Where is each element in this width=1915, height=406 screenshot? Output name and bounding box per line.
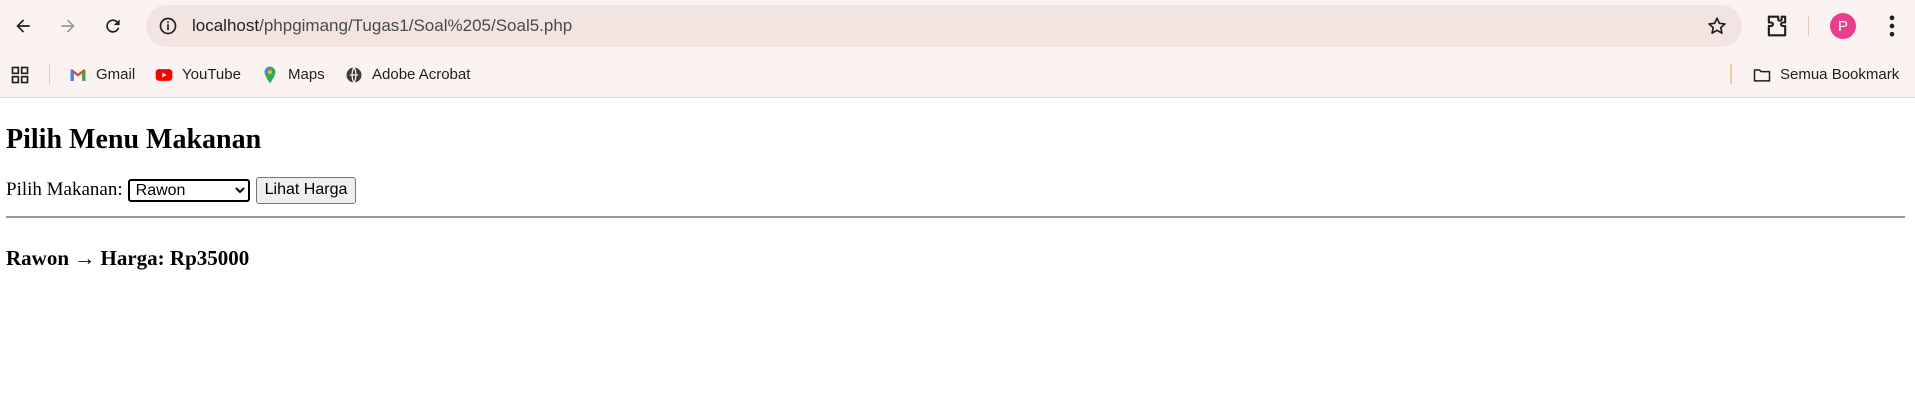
food-form: Pilih Makanan: Rawon Lihat Harga [6, 176, 1909, 204]
bookmark-gmail[interactable]: Gmail [68, 52, 135, 97]
bookmark-adobe-acrobat[interactable]: Adobe Acrobat [344, 52, 470, 97]
youtube-icon [155, 68, 173, 81]
reload-button[interactable] [95, 8, 131, 44]
apps-button[interactable] [10, 52, 30, 97]
bookmarks-bar: Gmail YouTube Maps Adobe Acrobat Semua B… [0, 52, 1915, 98]
page-content: Pilih Menu Makanan Pilih Makanan: Rawon … [0, 120, 1915, 272]
url-text[interactable]: localhost/phpgimang/Tugas1/Soal%205/Soal… [192, 16, 572, 36]
url-host: localhost [192, 16, 260, 35]
price-result: Rawon → Harga: Rp35000 [6, 246, 250, 270]
bookmarks-separator [49, 64, 50, 84]
gmail-icon [70, 68, 86, 81]
bookmark-label: Adobe Acrobat [372, 66, 471, 83]
acrobat-icon [346, 66, 362, 83]
folder-icon [1753, 68, 1771, 82]
maps-icon [264, 66, 276, 83]
site-info-icon[interactable] [158, 16, 178, 36]
kebab-menu-icon[interactable] [1878, 12, 1906, 40]
bookmark-label: YouTube [182, 66, 241, 83]
select-label: Pilih Makanan: [6, 179, 123, 200]
url-path: /phpgimang/Tugas1/Soal%205/Soal5.php [259, 16, 573, 35]
toolbar-divider [1808, 16, 1809, 36]
all-bookmarks-label: Semua Bookmark [1780, 66, 1900, 83]
page-title: Pilih Menu Makanan [6, 124, 262, 155]
profile-avatar[interactable]: P [1830, 13, 1856, 39]
bookmark-star-icon[interactable] [1706, 15, 1728, 37]
bookmarks-separator [1730, 64, 1732, 84]
browser-toolbar: localhost/phpgimang/Tugas1/Soal%205/Soal… [0, 0, 1915, 52]
all-bookmarks-button[interactable]: Semua Bookmark [1752, 52, 1899, 97]
arrow-left-icon [16, 19, 30, 33]
address-bar[interactable]: localhost/phpgimang/Tugas1/Soal%205/Soal… [146, 5, 1742, 47]
reload-icon [106, 19, 120, 33]
bookmark-youtube[interactable]: YouTube [154, 52, 241, 97]
divider [6, 216, 1905, 218]
arrow-right-icon [61, 19, 75, 33]
view-price-button[interactable]: Lihat Harga [255, 176, 357, 204]
bookmark-maps[interactable]: Maps [260, 52, 325, 97]
bookmark-label: Maps [288, 66, 325, 83]
food-select[interactable]: Rawon [127, 178, 250, 202]
back-button[interactable] [5, 8, 41, 44]
bookmark-label: Gmail [96, 66, 136, 83]
apps-grid-icon [11, 66, 29, 83]
forward-button[interactable] [50, 8, 86, 44]
extensions-icon[interactable] [1763, 12, 1791, 40]
